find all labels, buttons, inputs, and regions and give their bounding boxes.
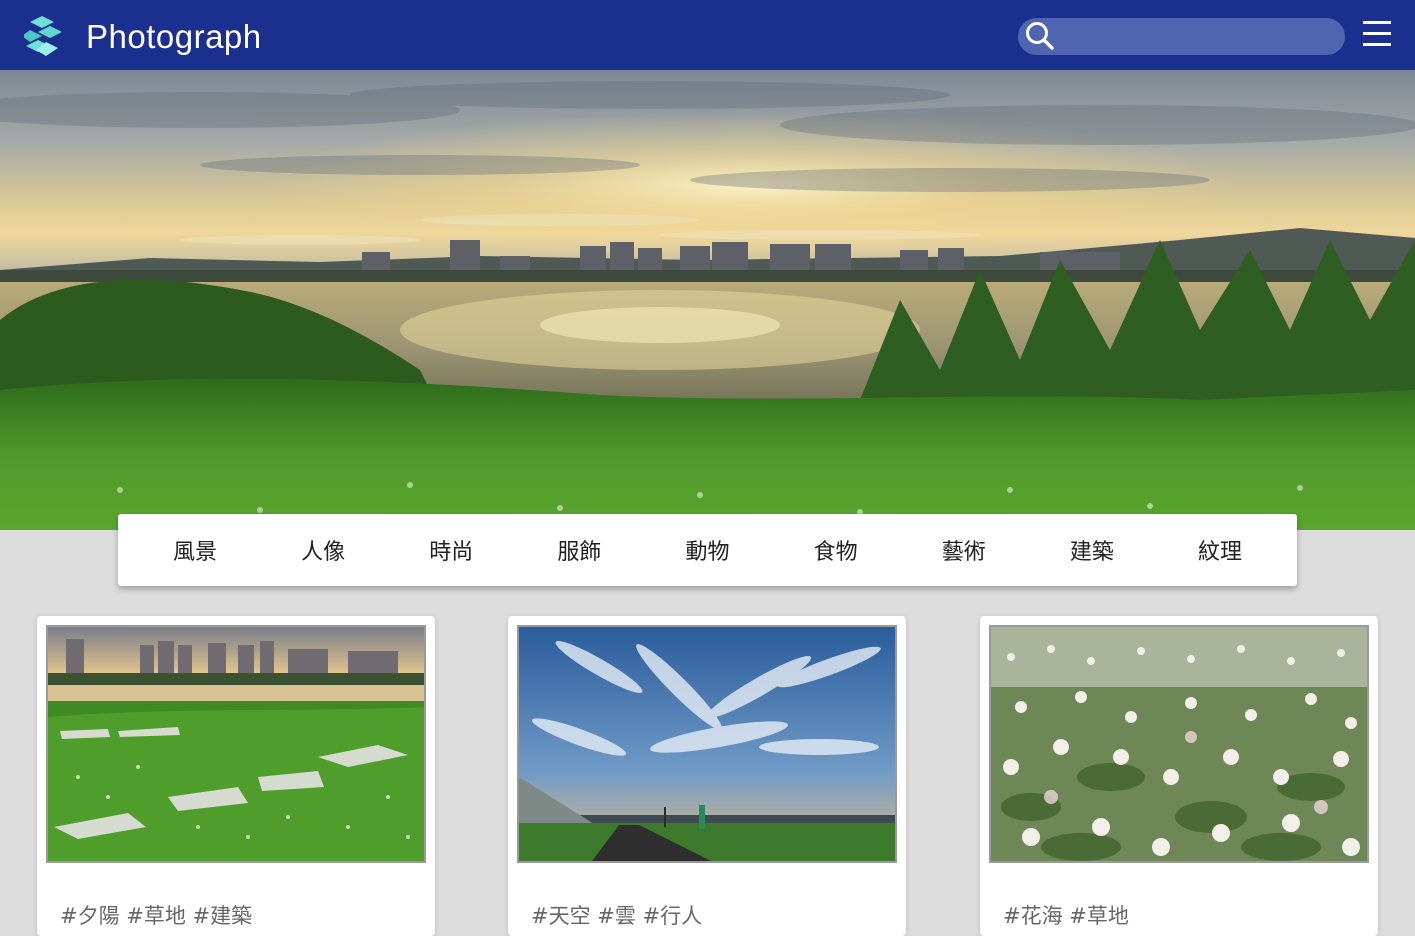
photo-card[interactable]: #夕陽 #草地 #建築 [37,616,435,936]
top-navbar: Photograph [0,0,1415,70]
photo-thumbnail[interactable] [46,625,426,863]
hamburger-menu-icon [1363,21,1391,46]
category-food[interactable]: 食物 [801,534,871,566]
logo-icon[interactable] [24,16,62,58]
category-animals[interactable]: 動物 [673,534,743,566]
brand-title[interactable]: Photograph [86,16,262,58]
category-fashion[interactable]: 時尚 [416,534,486,566]
category-landscape[interactable]: 風景 [160,534,230,566]
photo-thumbnail[interactable] [517,625,897,863]
photo-card[interactable]: #天空 #雲 #行人 [508,616,906,936]
sunset-grass-photo [48,627,424,861]
photo-card[interactable]: #花海 #草地 [980,616,1378,936]
category-nav: 風景 人像 時尚 服飾 動物 食物 藝術 建築 紋理 [118,514,1297,586]
card-tags: #花海 #草地 [1003,904,1129,928]
sky-clouds-photo [519,627,895,861]
hero-image [0,70,1415,530]
card-tags: #天空 #雲 #行人 [531,904,703,928]
category-architecture[interactable]: 建築 [1057,534,1127,566]
photo-thumbnail[interactable] [989,625,1369,863]
category-portrait[interactable]: 人像 [288,534,358,566]
category-art[interactable]: 藝術 [929,534,999,566]
card-tags: #夕陽 #草地 #建築 [60,904,253,928]
search-input[interactable] [1018,18,1345,55]
category-texture[interactable]: 紋理 [1185,534,1255,566]
flower-field-photo [991,627,1367,861]
menu-button[interactable] [1361,18,1393,50]
hero-banner [0,70,1415,530]
category-apparel[interactable]: 服飾 [544,534,614,566]
